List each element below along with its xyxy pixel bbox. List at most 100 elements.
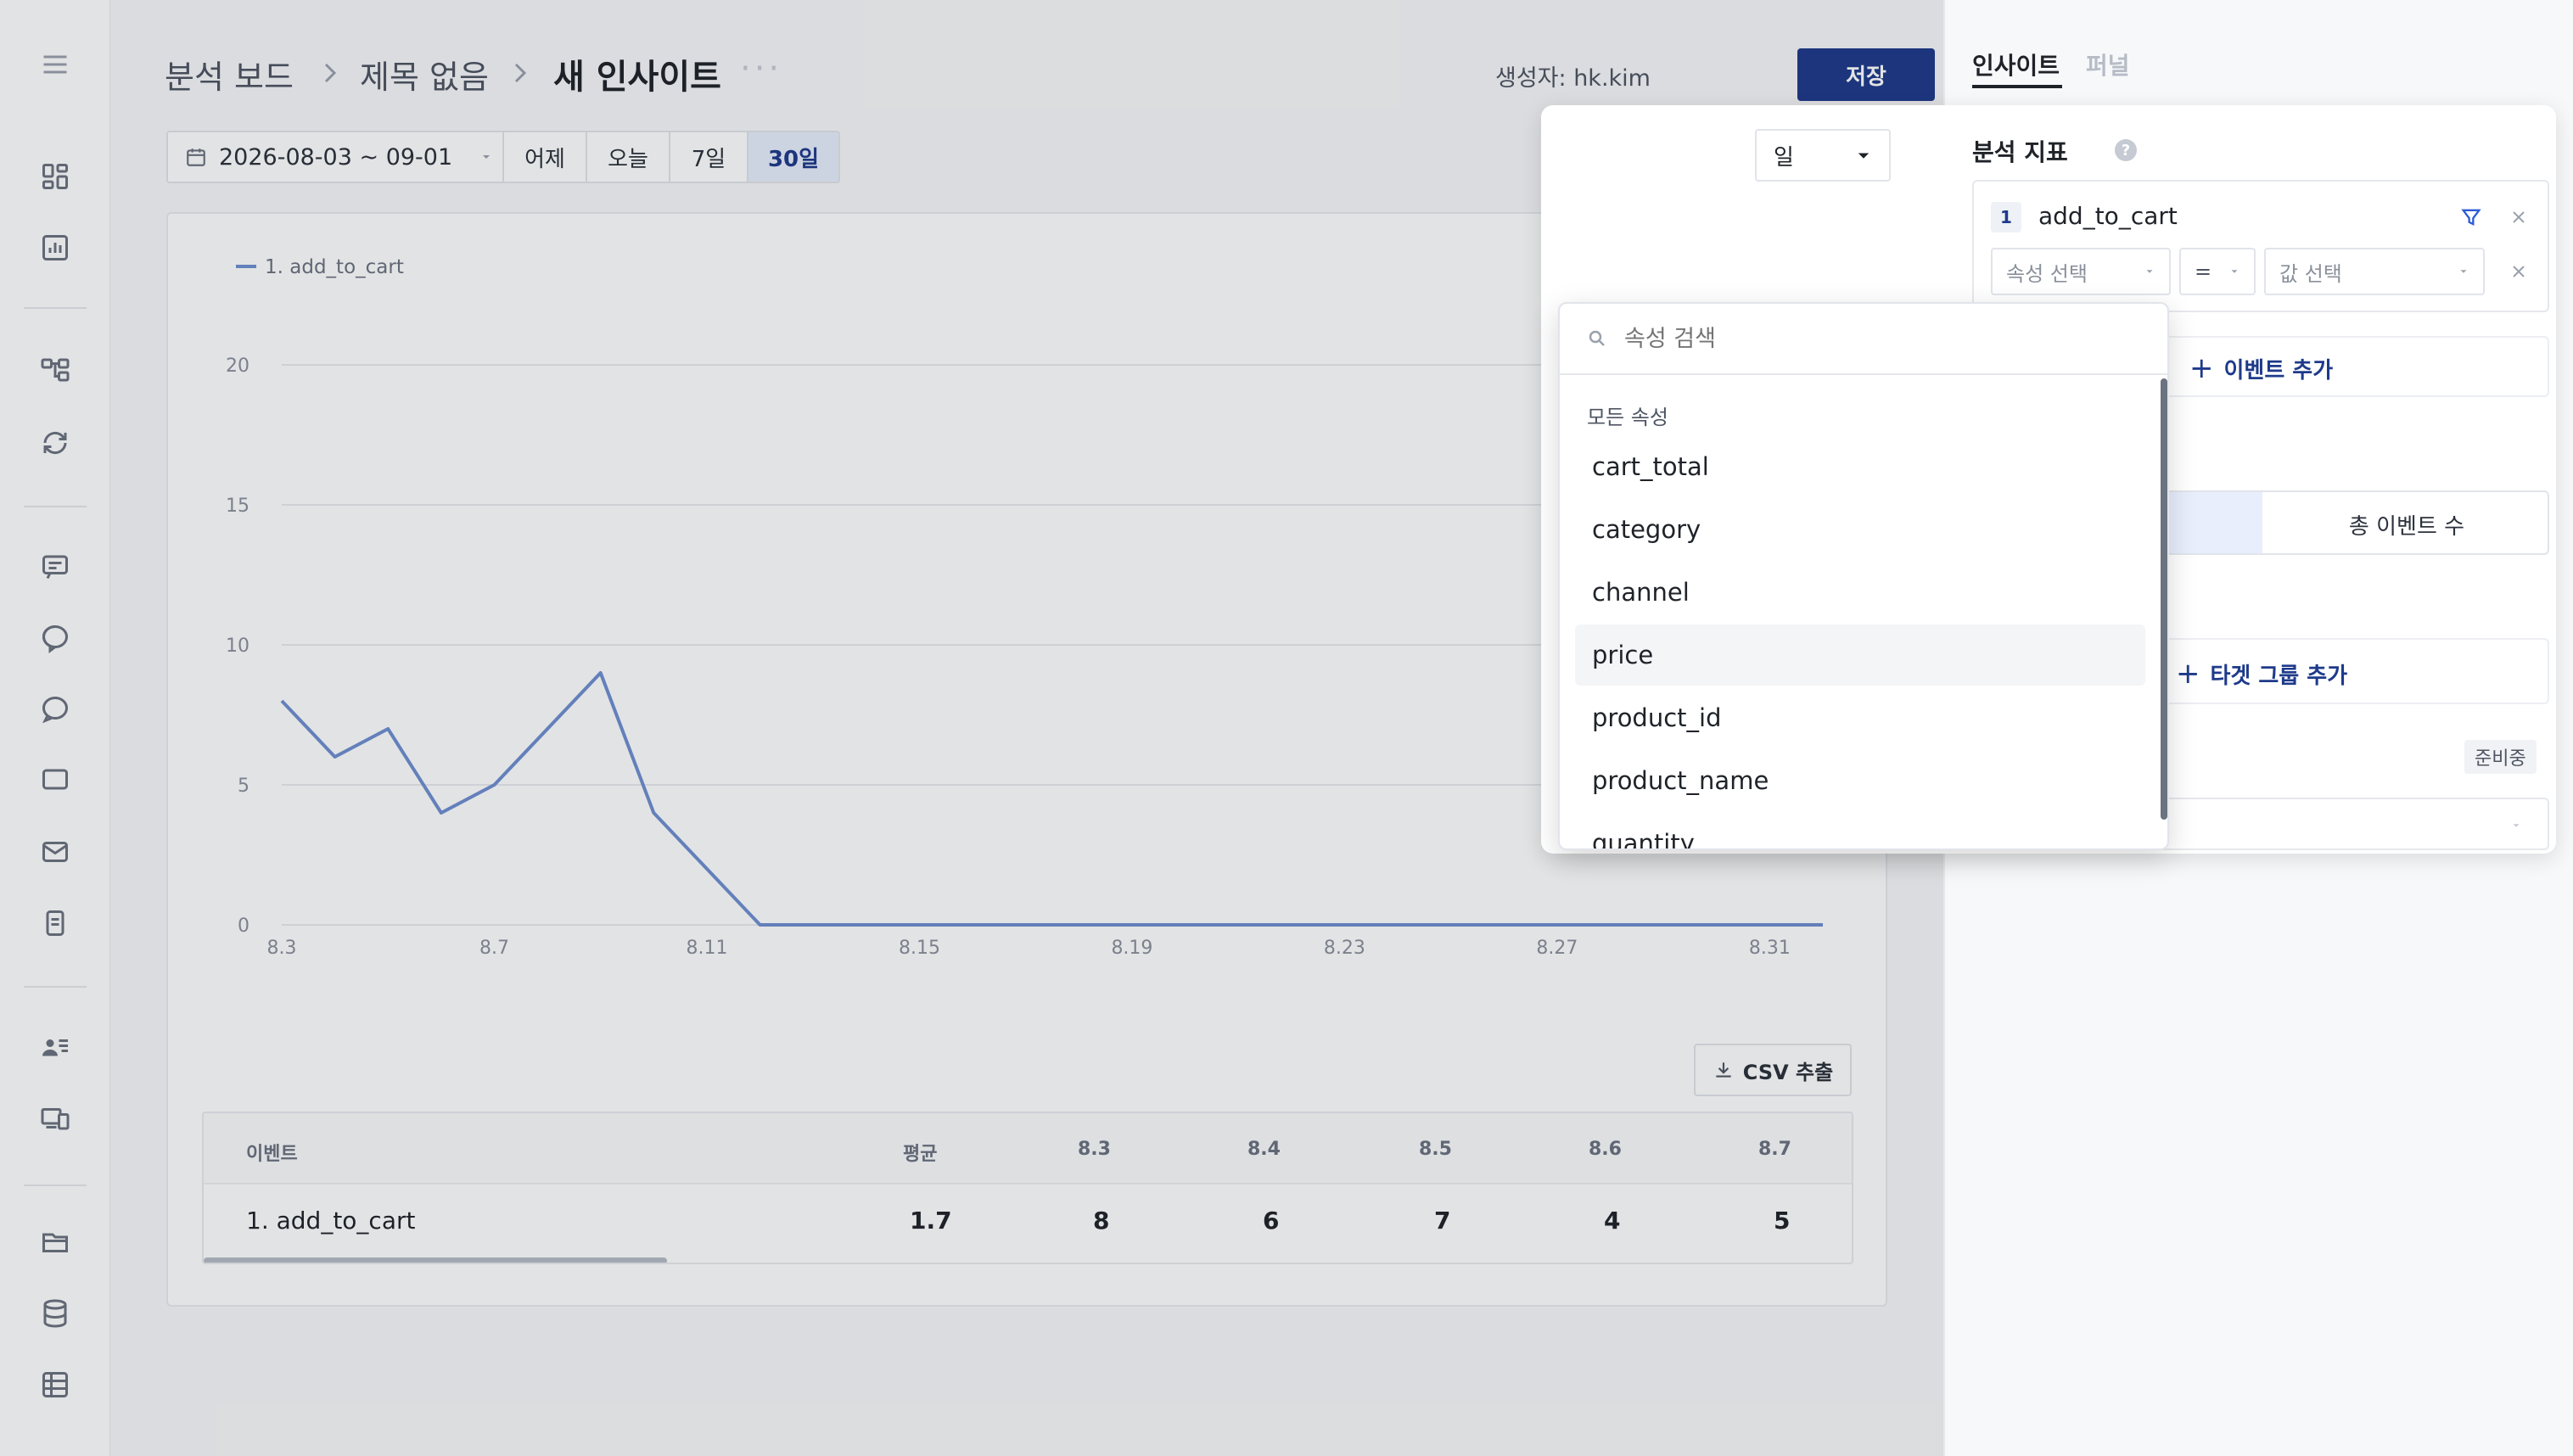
- col-header-date: 8.6: [1589, 1139, 1622, 1160]
- operator-select[interactable]: =: [2179, 248, 2256, 295]
- event-index-badge: 1: [1991, 202, 2021, 232]
- device-icon[interactable]: [36, 1100, 74, 1137]
- preset-today[interactable]: 오늘: [587, 132, 670, 182]
- x-tick-label: 8.31: [1749, 938, 1791, 959]
- menu-icon[interactable]: [36, 46, 74, 83]
- help-icon[interactable]: ?: [2115, 139, 2137, 161]
- col-header-date: 8.7: [1758, 1139, 1791, 1160]
- x-tick-label: 8.3: [267, 938, 297, 959]
- value-select-placeholder: 값 선택: [2279, 261, 2342, 286]
- sidebar-divider: [24, 1184, 87, 1186]
- plus-icon: +: [2189, 351, 2214, 385]
- section-all-properties: 모든 속성: [1587, 406, 1668, 429]
- breadcrumb-untitled[interactable]: 제목 없음: [360, 51, 489, 98]
- more-icon[interactable]: ···: [740, 49, 782, 88]
- cell-value: 5: [1774, 1207, 1791, 1235]
- mail-icon[interactable]: [36, 833, 74, 871]
- database-icon[interactable]: [36, 1295, 74, 1332]
- property-option-category[interactable]: category: [1575, 499, 2145, 560]
- y-tick-label: 20: [226, 356, 249, 377]
- tab-insight[interactable]: 인사이트: [1972, 48, 2060, 81]
- property-option-channel[interactable]: channel: [1575, 562, 2145, 623]
- x-tick-label: 8.15: [899, 938, 940, 959]
- cell-event: 1. add_to_cart: [246, 1207, 416, 1235]
- property-option-product-name[interactable]: product_name: [1575, 750, 2145, 811]
- page-title[interactable]: 새 인사이트: [553, 49, 721, 98]
- caret-down-icon: [2146, 270, 2153, 273]
- sidebar-divider: [24, 506, 87, 507]
- csv-export-label: CSV 추출: [1742, 1060, 1834, 1084]
- x-tick-label: 8.11: [686, 938, 727, 959]
- chevron-right-icon: [514, 63, 527, 83]
- folder-icon[interactable]: [36, 1224, 74, 1261]
- preset-7days[interactable]: 7일: [670, 132, 748, 182]
- sync-icon[interactable]: [36, 424, 74, 462]
- table-icon[interactable]: [36, 1366, 74, 1403]
- property-dropdown: 모든 속성 cart_total category channel price …: [1558, 302, 2169, 850]
- value-select[interactable]: 값 선택: [2264, 248, 2485, 295]
- download-icon: [1716, 1062, 1731, 1078]
- active-tab-indicator: [1972, 85, 2062, 88]
- preset-yesterday[interactable]: 어제: [504, 132, 587, 182]
- save-button[interactable]: 저장: [1797, 48, 1935, 101]
- legend-label: 1. add_to_cart: [265, 256, 404, 278]
- x-tick-label: 8.23: [1324, 938, 1365, 959]
- cell-value: 8: [1093, 1207, 1110, 1235]
- user-list-icon[interactable]: [36, 1028, 74, 1066]
- csv-export-button[interactable]: CSV 추출: [1694, 1044, 1852, 1096]
- cell-value: 4: [1604, 1207, 1621, 1235]
- preparing-badge: 준비중: [2464, 740, 2537, 774]
- property-option-price[interactable]: price: [1575, 624, 2145, 686]
- metric-event-card: 1 add_to_cart 속성 선택 = 값 선택: [1972, 180, 2549, 312]
- table-row: 1. add_to_cart 1.7 8 6 7 4 5: [204, 1184, 1852, 1257]
- y-tick-label: 15: [226, 496, 249, 517]
- event-name[interactable]: add_to_cart: [2038, 202, 2178, 230]
- date-range-picker[interactable]: 2026-08-03 ~ 09-01: [168, 132, 504, 182]
- property-search-input[interactable]: [1624, 325, 2099, 352]
- date-filter: 2026-08-03 ~ 09-01 어제 오늘 7일 30일: [166, 131, 840, 183]
- dropdown-scrollbar[interactable]: [2161, 378, 2167, 820]
- preset-30days[interactable]: 30일: [748, 132, 838, 182]
- close-icon[interactable]: [2509, 207, 2529, 227]
- cell-value: 7: [1434, 1207, 1451, 1235]
- caret-down-icon: [2460, 270, 2467, 273]
- add-event-button[interactable]: + 이벤트 추가: [2189, 351, 2333, 385]
- dashboard-icon[interactable]: [36, 158, 74, 195]
- report-icon[interactable]: [36, 229, 74, 266]
- granularity-select[interactable]: 일: [1755, 129, 1891, 182]
- message-icon[interactable]: [36, 548, 74, 585]
- caret-down-icon: [2513, 824, 2520, 827]
- sidebar-divider: [24, 986, 87, 988]
- chat-icon[interactable]: [36, 619, 74, 657]
- property-select-placeholder: 속성 선택: [2006, 261, 2088, 286]
- measure-option-total-events[interactable]: 총 이벤트 수: [2262, 492, 2548, 553]
- section-title-metrics: 분석 지표: [1972, 138, 2068, 166]
- property-search-box: [1560, 304, 2167, 375]
- table-header-row: 이벤트 평균 8.3 8.4 8.5 8.6 8.7: [204, 1113, 1852, 1184]
- cell-value: 6: [1263, 1207, 1280, 1235]
- x-tick-label: 8.19: [1111, 938, 1152, 959]
- filter-icon[interactable]: [2459, 205, 2483, 229]
- tab-funnel[interactable]: 퍼널: [2086, 48, 2130, 81]
- y-tick-label: 5: [238, 776, 249, 797]
- granularity-value: 일: [1774, 144, 1794, 171]
- add-target-group-button[interactable]: + 타겟 그룹 추가: [2176, 657, 2347, 691]
- col-header-date: 8.3: [1078, 1139, 1111, 1160]
- property-option-cart-total[interactable]: cart_total: [1575, 436, 2145, 497]
- add-event-label: 이벤트 추가: [2223, 357, 2334, 384]
- search-icon: [1589, 330, 1605, 346]
- document-icon[interactable]: [36, 904, 74, 942]
- property-option-product-id[interactable]: product_id: [1575, 687, 2145, 748]
- property-option-quantity[interactable]: quantity: [1575, 813, 2145, 848]
- chat-alt-icon[interactable]: [36, 691, 74, 728]
- breadcrumb-analysis-board[interactable]: 분석 보드: [165, 51, 294, 98]
- remove-filter-icon[interactable]: [2509, 261, 2529, 282]
- x-tick-label: 8.7: [479, 938, 509, 959]
- y-tick-label: 0: [238, 916, 249, 937]
- operator-value: =: [2195, 260, 2212, 283]
- property-select[interactable]: 속성 선택: [1991, 248, 2171, 295]
- horizontal-scrollbar[interactable]: [204, 1257, 667, 1263]
- comment-icon[interactable]: [36, 762, 74, 799]
- flow-icon[interactable]: [36, 351, 74, 389]
- caret-down-icon: [1858, 153, 1869, 159]
